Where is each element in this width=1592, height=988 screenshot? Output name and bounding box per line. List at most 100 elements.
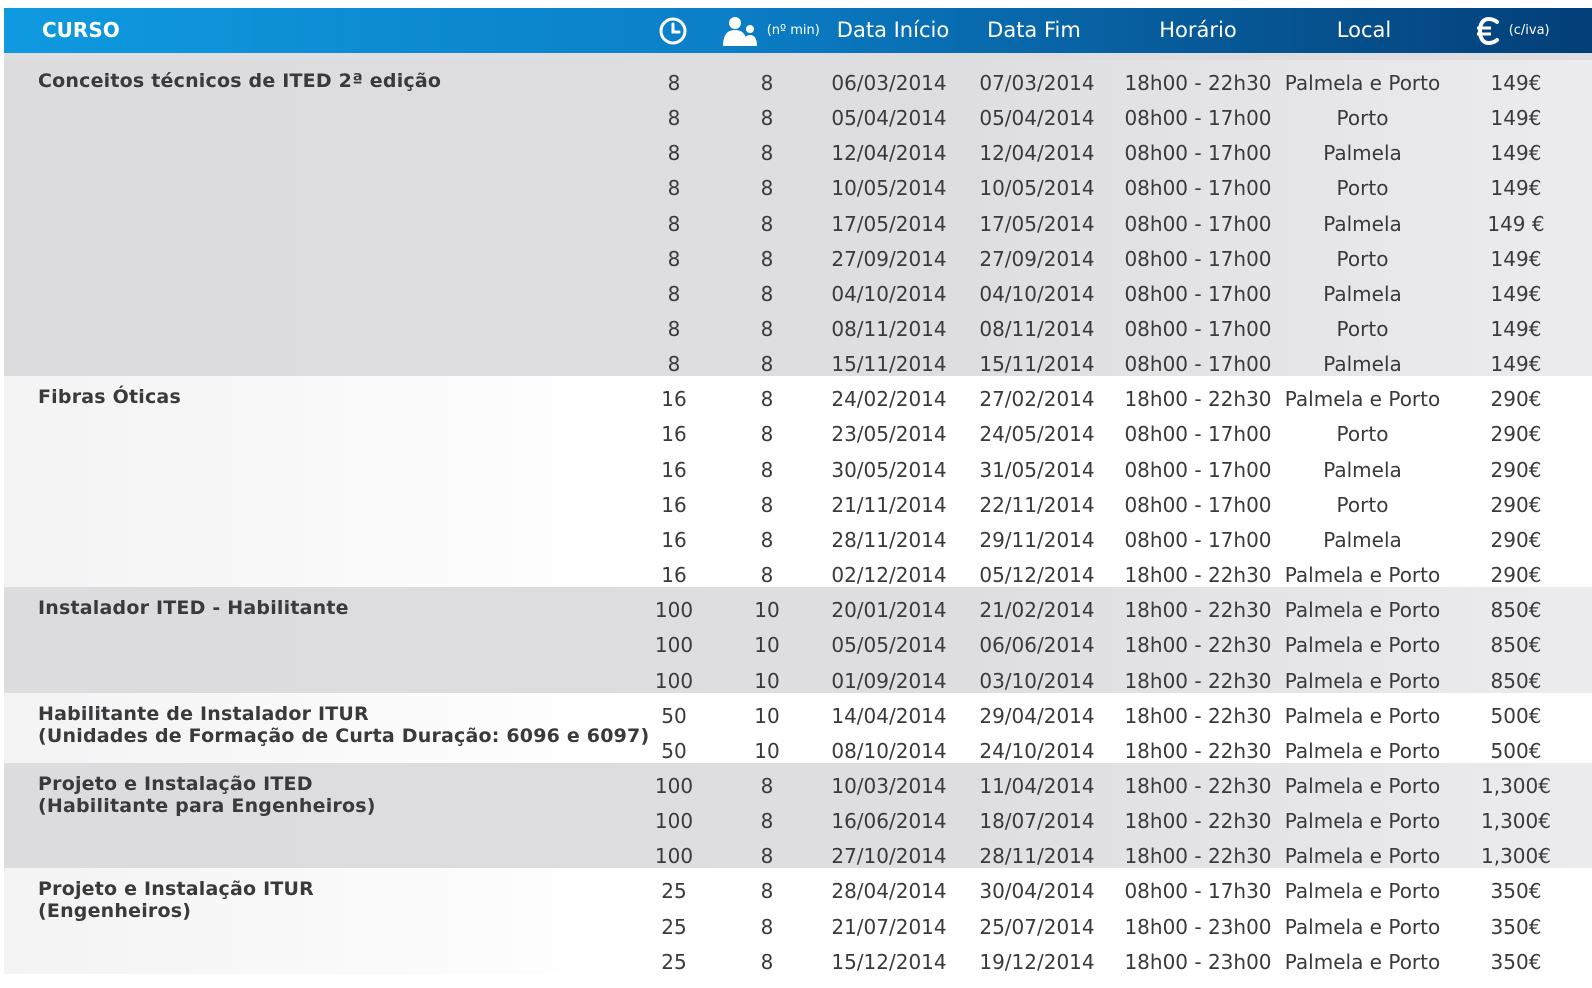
participants-min-note: (nº min)	[766, 23, 820, 38]
min-participants-cell: 8	[760, 246, 774, 271]
table-row: 100 10 05/05/2014 06/06/2014 18h00 - 22h30 Pa…	[4, 622, 1592, 657]
table-row: 100 8 27/10/2014 28/11/2014 18h00 - 22h30 Pal…	[4, 833, 1592, 868]
duration-cell: 16	[661, 457, 687, 482]
end-date-cell: 27/02/2014	[979, 387, 1095, 412]
price-cell: 850€	[1490, 668, 1542, 693]
start-date-cell: 08/11/2014	[831, 317, 947, 342]
table-row: 8 8 27/09/2014 27/09/2014 08h00 - 17h00 Porto…	[4, 236, 1592, 271]
start-date-cell: 16/06/2014	[831, 809, 947, 834]
end-date-cell: 08/11/2014	[979, 317, 1095, 342]
min-participants-cell: 8	[760, 457, 774, 482]
start-date-cell: 06/03/2014	[831, 71, 947, 95]
end-date-cell: 28/11/2014	[979, 844, 1095, 869]
schedule-cell: 18h00 - 22h30	[1124, 809, 1272, 834]
end-date-cell: 11/04/2014	[979, 774, 1095, 798]
price-cell: 850€	[1490, 633, 1542, 658]
min-participants-cell: 8	[760, 317, 774, 342]
min-participants-cell: 10	[754, 668, 780, 693]
schedule-cell: 08h00 - 17h00	[1124, 106, 1272, 131]
end-date-cell: 31/05/2014	[979, 457, 1095, 482]
people-icon	[722, 17, 765, 46]
location-cell: Palmela e Porto	[1284, 598, 1441, 623]
table-row: 8 8 06/03/2014 07/03/2014 18h00 - 22h30 Palme…	[4, 60, 1592, 95]
duration-cell: 8	[667, 211, 681, 236]
start-date-cell: 21/11/2014	[831, 492, 947, 517]
duration-cell: 16	[661, 563, 687, 588]
price-cell: 149€	[1490, 246, 1542, 271]
price-column-header: (c/iva)	[1476, 8, 1586, 53]
location-cell: Palmela e Porto	[1284, 844, 1441, 869]
start-date-cell: 08/10/2014	[831, 738, 947, 763]
duration-cell: 25	[661, 914, 687, 939]
price-cell: 149 €	[1487, 211, 1545, 236]
location-cell: Palmela e Porto	[1284, 71, 1441, 95]
min-participants-cell: 8	[760, 176, 774, 201]
location-cell: Palmela e Porto	[1284, 563, 1441, 588]
schedule-cell: 18h00 - 23h00	[1124, 949, 1272, 974]
end-date-cell: 05/12/2014	[979, 563, 1095, 588]
price-cell: 1,300€	[1481, 844, 1551, 869]
schedule-cell: 08h00 - 17h00	[1124, 457, 1272, 482]
table-row: 8 8 17/05/2014 17/05/2014 08h00 - 17h00 Palme…	[4, 201, 1592, 236]
end-date-cell: 17/05/2014	[979, 211, 1095, 236]
price-cell: 290€	[1490, 527, 1542, 552]
location-cell: Palmela e Porto	[1284, 387, 1441, 412]
location-cell: Palmela	[1323, 281, 1402, 306]
schedule-cell: 08h00 - 17h00	[1124, 176, 1272, 201]
schedule-cell: 08h00 - 17h00	[1124, 141, 1272, 166]
table-row: 16 8 21/11/2014 22/11/2014 08h00 - 17h00 Port…	[4, 482, 1592, 517]
course-group: Projeto e Instalação ITED (Habilitante p…	[4, 763, 1592, 869]
price-cell: 350€	[1490, 914, 1542, 939]
duration-cell: 8	[667, 281, 681, 306]
location-cell: Palmela e Porto	[1284, 703, 1441, 728]
location-cell: Palmela e Porto	[1284, 949, 1441, 974]
table-row: 100 10 20/01/2014 21/02/2014 18h00 - 22h30 Pa…	[4, 587, 1592, 622]
location-cell: Palmela	[1323, 527, 1402, 552]
start-date-cell: 10/05/2014	[831, 176, 947, 201]
start-date-cell: 27/09/2014	[831, 246, 947, 271]
table-row: 16 8 24/02/2014 27/02/2014 18h00 - 22h30 Palm…	[4, 376, 1592, 411]
end-date-cell: 19/12/2014	[979, 949, 1095, 974]
table-row: 50 10 08/10/2014 24/10/2014 18h00 - 22h30 Pal…	[4, 728, 1592, 763]
table-row: 25 8 15/12/2014 19/12/2014 18h00 - 23h00 Palm…	[4, 939, 1592, 974]
table-row: 8 8 15/11/2014 15/11/2014 08h00 - 17h00 Palme…	[4, 341, 1592, 376]
duration-cell: 8	[667, 246, 681, 271]
price-cell: 500€	[1490, 703, 1542, 728]
duration-cell: 8	[667, 317, 681, 342]
price-cell: 149€	[1490, 176, 1542, 201]
min-participants-cell: 8	[760, 211, 774, 236]
schedule-cell: 18h00 - 22h30	[1124, 774, 1272, 798]
min-participants-cell: 8	[760, 879, 774, 904]
table-row: 100 10 01/09/2014 03/10/2014 18h00 - 22h30 Pa…	[4, 658, 1592, 693]
duration-cell: 16	[661, 387, 687, 412]
duration-cell: 50	[661, 738, 687, 763]
table-row: 8 8 08/11/2014 08/11/2014 08h00 - 17h00 Porto…	[4, 306, 1592, 341]
end-date-cell: 30/04/2014	[979, 879, 1095, 904]
end-date-cell: 29/11/2014	[979, 527, 1095, 552]
start-date-cell: 21/07/2014	[831, 914, 947, 939]
schedule-cell: 18h00 - 22h30	[1124, 668, 1272, 693]
location-cell: Porto	[1336, 492, 1389, 517]
duration-cell: 8	[667, 106, 681, 131]
start-date-cell: 15/11/2014	[831, 352, 947, 377]
duration-cell: 8	[667, 141, 681, 166]
table-row: 100 8 16/06/2014 18/07/2014 18h00 - 22h30 Pal…	[4, 798, 1592, 833]
end-date-cell: 04/10/2014	[979, 281, 1095, 306]
location-cell: Palmela e Porto	[1284, 633, 1441, 658]
schedule-cell: 18h00 - 22h30	[1124, 387, 1272, 412]
duration-cell: 8	[667, 176, 681, 201]
price-cell: 149€	[1490, 106, 1542, 131]
min-participants-cell: 10	[754, 633, 780, 658]
end-date-cell: 05/04/2014	[979, 106, 1095, 131]
table-row: 8 8 10/05/2014 10/05/2014 08h00 - 17h00 Porto…	[4, 165, 1592, 200]
duration-column-header	[658, 8, 688, 53]
end-date-column-header: Data Fim	[987, 18, 1081, 42]
table-header: CURSO (nº min) Data Início Data Fim Horá…	[4, 8, 1592, 53]
price-cell: 350€	[1490, 879, 1542, 904]
duration-cell: 100	[654, 633, 694, 658]
duration-cell: 16	[661, 422, 687, 447]
schedule-cell: 08h00 - 17h00	[1124, 352, 1272, 377]
min-participants-cell: 8	[760, 281, 774, 306]
min-participants-cell: 10	[754, 738, 780, 763]
min-participants-cell: 8	[760, 141, 774, 166]
